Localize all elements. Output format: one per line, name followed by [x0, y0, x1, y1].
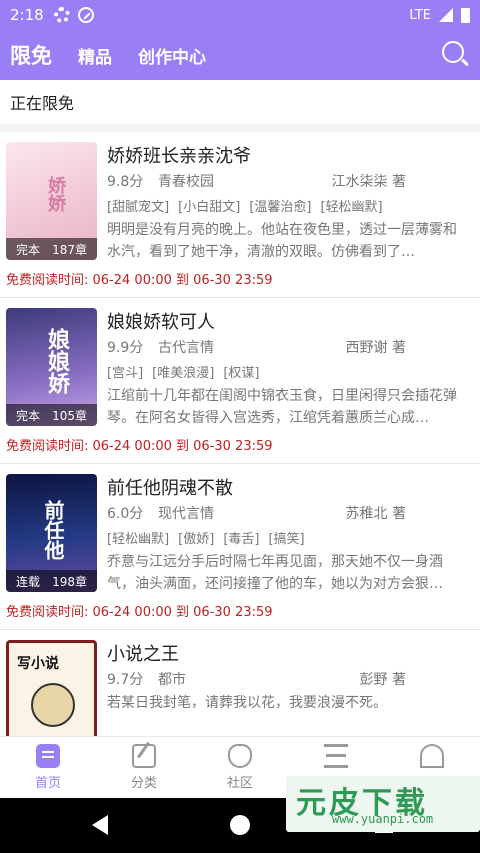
status-time: 2:18: [10, 6, 44, 24]
bookshelf-icon: [324, 744, 348, 768]
network-label: LTE: [409, 7, 431, 23]
tab-premium[interactable]: 精品: [78, 43, 112, 68]
nav-label: 首页: [34, 776, 61, 791]
book-genre: 都市: [158, 672, 186, 688]
book-item[interactable]: 娇娇 完本 187章 娇娇班长亲亲沈爷 9.8分 青春校园 江水柒柒 著 [甜腻…: [0, 132, 480, 298]
home-icon: [36, 744, 60, 768]
book-item[interactable]: 娘娘娇 完本 105章 娘娘娇软可人 9.9分 古代言情 西野谢 著 [宫斗] …: [0, 298, 480, 464]
book-score: 6.0分: [107, 506, 144, 522]
book-tag: [宫斗]: [107, 366, 144, 381]
status-bar: 2:18 LTE: [0, 0, 480, 30]
book-cover[interactable]: 娇娇 完本 187章: [6, 142, 97, 260]
free-read-time: 免费阅读时间: 06-24 00:00 到 06-30 23:59: [6, 605, 273, 620]
book-status: 完本: [16, 408, 41, 423]
search-button[interactable]: [442, 41, 470, 69]
book-description: 若某日我封笔，请葬我以花，我要浪漫不死。: [107, 695, 387, 711]
book-tags: [宫斗] [唯美浪漫] [权谋]: [107, 362, 259, 381]
book-tags: [轻松幽默] [傲娇] [毒舌] [搞笑]: [107, 528, 305, 547]
book-tag: [甜腻宠文]: [107, 200, 170, 215]
cover-face-image: [31, 683, 75, 727]
tab-creation-center[interactable]: 创作中心: [138, 43, 206, 68]
book-tag: [轻松幽默]: [320, 200, 383, 215]
book-cover[interactable]: 娘娘娇 完本 105章: [6, 308, 97, 426]
nav-home[interactable]: 首页: [0, 737, 96, 798]
book-title[interactable]: 前任他阴魂不散: [107, 474, 233, 500]
book-item[interactable]: 前任他 连载 198章 前任他阴魂不散 6.0分 现代言情 苏稚北 著 [轻松幽…: [0, 464, 480, 630]
cover-title-text: 写小说: [17, 656, 59, 672]
book-cover[interactable]: 写小说: [6, 640, 97, 736]
community-icon: [228, 744, 252, 768]
book-tag: [唯美浪漫]: [152, 366, 215, 381]
free-read-time: 免费阅读时间: 06-24 00:00 到 06-30 23:59: [6, 273, 273, 288]
book-author: 江水柒柒 著: [331, 174, 406, 190]
book-score: 9.7分: [107, 672, 144, 688]
book-author: 西野谢 著: [345, 340, 406, 356]
cover-badge: 完本 187章: [6, 238, 97, 260]
watermark: 元皮下载 www.yuanpi.com: [286, 776, 480, 832]
watermark-url: www.yuanpi.com: [332, 812, 434, 826]
battery-icon: [461, 7, 470, 23]
nav-label: 社区: [226, 776, 253, 791]
cover-badge: 连载 198章: [6, 570, 97, 592]
settings-icon: [53, 7, 70, 23]
book-tag: [温馨治愈]: [249, 200, 312, 215]
nav-community[interactable]: 社区: [192, 737, 288, 798]
cover-badge: 完本 105章: [6, 404, 97, 426]
book-title[interactable]: 娘娘娇软可人: [107, 308, 215, 334]
book-tag: [小白甜文]: [178, 200, 241, 215]
book-item[interactable]: 写小说 小说之王 9.7分 都市 彭野 著 若某日我封笔，请葬我以花，我要浪漫不…: [0, 630, 480, 736]
book-score: 9.9分: [107, 340, 144, 356]
sync-icon: [77, 7, 94, 23]
section-title: 正在限免: [0, 80, 480, 132]
book-author: 苏稚北 著: [345, 506, 406, 522]
signal-icon: [439, 8, 453, 22]
book-status: 完本: [16, 242, 41, 257]
user-icon: [420, 744, 444, 768]
book-genre: 现代言情: [158, 506, 214, 522]
book-description: 乔意与江远分手后时隔七年再见面，那天她不仅一身酒气，油头满面，还问接撞了他的车，…: [107, 554, 443, 592]
tab-free[interactable]: 限免: [10, 40, 52, 70]
book-description: 明明是没有月亮的晚上。他站在夜色里，透过一层薄雾和水汽，看到了她干净，清澈的双眼…: [107, 222, 457, 260]
top-nav: 限免 精品 创作中心: [0, 30, 480, 80]
nav-category[interactable]: 分类: [96, 737, 192, 798]
book-cover[interactable]: 前任他 连载 198章: [6, 474, 97, 592]
book-chapters: 187章: [52, 242, 87, 257]
book-tag: [毒舌]: [223, 532, 260, 547]
book-status: 连载: [16, 574, 41, 589]
book-author: 彭野 著: [359, 672, 406, 688]
book-tag: [傲娇]: [178, 532, 215, 547]
book-title[interactable]: 小说之王: [107, 640, 179, 666]
book-genre: 古代言情: [158, 340, 214, 356]
book-score: 9.8分: [107, 174, 144, 190]
free-read-time: 免费阅读时间: 06-24 00:00 到 06-30 23:59: [6, 439, 273, 454]
book-chapters: 198章: [52, 574, 87, 589]
book-genre: 青春校园: [158, 174, 214, 190]
book-tag: [搞笑]: [268, 532, 305, 547]
book-tag: [权谋]: [223, 366, 260, 381]
book-tags: [甜腻宠文] [小白甜文] [温馨治愈] [轻松幽默]: [107, 196, 383, 215]
nav-label: 分类: [130, 776, 157, 791]
cover-title-text: 前任他: [41, 500, 65, 560]
book-description: 江绾前十几年都在闺阁中锦衣玉食，日里闲得只会插花弹琴。在阿名女皆得入宫选秀，江绾…: [107, 388, 457, 426]
book-chapters: 105章: [52, 408, 87, 423]
home-circle-icon[interactable]: [230, 815, 250, 835]
category-icon: [132, 744, 156, 768]
cover-title-text: 娇娇: [45, 176, 66, 212]
cover-title-text: 娘娘娇: [44, 328, 70, 394]
book-tag: [轻松幽默]: [107, 532, 170, 547]
book-title[interactable]: 娇娇班长亲亲沈爷: [107, 142, 251, 168]
back-icon[interactable]: [92, 815, 108, 835]
